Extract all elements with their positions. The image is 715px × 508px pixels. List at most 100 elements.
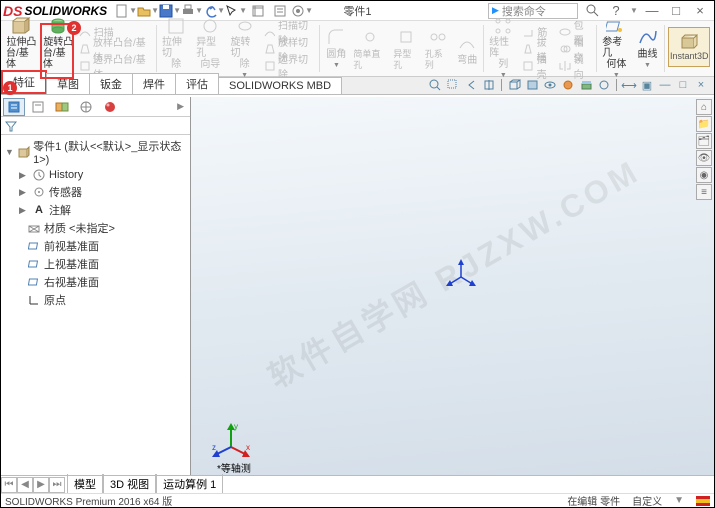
tree-history[interactable]: ▶History	[5, 167, 186, 183]
tab-scroll-last-icon[interactable]: ⏭	[49, 477, 65, 493]
simple-hole-button: 简单直孔	[350, 21, 390, 76]
plane-icon	[27, 257, 41, 271]
taskpane-property-icon[interactable]: ≡	[696, 184, 712, 200]
view-triad-icon: y x z	[209, 419, 253, 463]
zoom-fit-icon[interactable]	[426, 78, 444, 92]
viewport-link-icon[interactable]: ⟷	[620, 78, 638, 92]
search-icon[interactable]	[582, 3, 602, 19]
viewport-maximize-icon[interactable]: □	[674, 78, 692, 92]
taskpane-view-icon[interactable]: 👁	[696, 150, 712, 166]
viewport-minimize-icon[interactable]: —	[656, 78, 674, 92]
tab-scroll-first-icon[interactable]: ⏮	[1, 477, 17, 493]
tree-material[interactable]: 材质 <未指定>	[5, 219, 186, 237]
center-triad-icon	[441, 257, 481, 297]
tree-annotations[interactable]: ▶A注解	[5, 201, 186, 219]
taskpane-explorer-icon[interactable]: 🗂	[696, 133, 712, 149]
shell-button: 抽壳	[522, 58, 555, 74]
instant3d-button[interactable]: Instant3D	[668, 27, 710, 67]
display-manager-tab[interactable]	[99, 98, 121, 116]
part-icon	[17, 145, 30, 159]
linear-pattern-button: 线性阵列▼	[486, 21, 520, 76]
command-manager-tabs: 特征 草图 钣金 焊件 评估 SOLIDWORKS MBD ⟷ ▣ — □ ×	[1, 77, 714, 95]
tree-front-plane[interactable]: 前视基准面	[5, 237, 186, 255]
configuration-manager-tab[interactable]	[51, 98, 73, 116]
filter-icon	[5, 120, 17, 132]
fillet-button: 圆角▼	[322, 21, 350, 76]
taskpane-appearance-icon[interactable]: ◉	[696, 167, 712, 183]
marker-2: 2	[67, 21, 81, 35]
display-style-icon[interactable]	[523, 78, 541, 92]
ribbon-toolbar: 拉伸凸台/基体▼ 旋转凸台/基体▼ 扫描 放样凸台/基体 边界凸台/基体 拉伸切…	[1, 21, 714, 77]
taskpane-home-icon[interactable]: ⌂	[696, 99, 712, 115]
viewport-collapse-icon[interactable]: ▣	[638, 78, 656, 92]
extrude-cut-button: 拉伸切除▼	[159, 21, 193, 76]
plane-icon	[27, 239, 41, 253]
taskpane-library-icon[interactable]: 📁	[696, 116, 712, 132]
section-view-icon[interactable]	[480, 78, 498, 92]
tab-scroll-next-icon[interactable]: ▶	[33, 477, 49, 493]
manager-tabs: ▶	[1, 97, 190, 117]
edit-appearance-icon[interactable]	[559, 78, 577, 92]
feature-manager-tab[interactable]	[3, 98, 25, 116]
orientation-label: *等轴测	[217, 460, 251, 475]
apply-scene-icon[interactable]	[577, 78, 595, 92]
viewport-close-icon[interactable]: ×	[692, 78, 710, 92]
tab-weldments[interactable]: 焊件	[132, 73, 176, 94]
zoom-area-icon[interactable]	[444, 78, 462, 92]
tab-mbd[interactable]: SOLIDWORKS MBD	[218, 77, 342, 94]
tab-motion-study[interactable]: 运动算例 1	[156, 474, 223, 495]
prev-view-icon[interactable]	[462, 78, 480, 92]
boundary-button: 边界凸台/基体	[79, 58, 152, 74]
tree-origin[interactable]: 原点	[5, 291, 186, 309]
feature-manager-panel: ▶ ▼零件1 (默认<<默认>_显示状态 1>) ▶History ▶传感器 ▶…	[1, 97, 191, 475]
panel-collapse-icon[interactable]: ▶	[173, 101, 188, 112]
minimize-button[interactable]: —	[642, 3, 662, 19]
hole-wizard-button: 异型孔向导▼	[193, 21, 227, 76]
open-file-button[interactable]: ▼	[137, 2, 159, 20]
title-right-controls: ▶ 搜索命令 ? ▼ — □ ×	[488, 3, 710, 19]
status-editing: 在编辑 零件	[567, 493, 620, 508]
document-title: 零件1	[343, 3, 371, 19]
maximize-button[interactable]: □	[666, 3, 686, 19]
view-heads-up-toolbar: ⟷ ▣ — □ ×	[426, 76, 714, 94]
options-button[interactable]	[269, 2, 291, 20]
status-flag-icon[interactable]	[696, 496, 710, 506]
tab-sketch[interactable]: 草图	[46, 73, 90, 94]
sensor-icon	[32, 185, 46, 199]
graphics-area[interactable]: 软件自学网 RJZXW.COM y x z *等轴测 ⌂ 📁 🗂 👁 ◉ ≡	[191, 97, 714, 475]
shaped-hole-button: 异型孔	[390, 21, 421, 76]
new-file-button[interactable]: ▼	[115, 2, 137, 20]
settings-button[interactable]: ▼	[291, 2, 313, 20]
dimxpert-manager-tab[interactable]	[75, 98, 97, 116]
tab-model[interactable]: 模型	[67, 474, 103, 495]
tree-sensors[interactable]: ▶传感器	[5, 183, 186, 201]
motion-tabs: ⏮ ◀ ▶ ⏭ 模型 3D 视图 运动算例 1	[1, 475, 714, 493]
status-version: SOLIDWORKS Premium 2016 x64 版	[5, 493, 172, 508]
view-orientation-icon[interactable]	[505, 78, 523, 92]
history-icon	[32, 168, 46, 182]
tab-sheetmetal[interactable]: 钣金	[89, 73, 133, 94]
tab-scroll-prev-icon[interactable]: ◀	[17, 477, 33, 493]
boundary-cut-button: 边界切除	[264, 58, 316, 74]
tab-evaluate[interactable]: 评估	[175, 73, 219, 94]
marker-1: 1	[3, 81, 17, 95]
origin-icon	[27, 293, 41, 307]
filter-row[interactable]	[1, 117, 190, 135]
tab-3dview[interactable]: 3D 视图	[103, 474, 156, 495]
status-custom[interactable]: 自定义	[632, 493, 662, 508]
annotation-icon: A	[32, 203, 46, 217]
hide-show-icon[interactable]	[541, 78, 559, 92]
mirror-button: 镜向	[559, 58, 592, 74]
tree-top-plane[interactable]: 上视基准面	[5, 255, 186, 273]
tree-root-part[interactable]: ▼零件1 (默认<<默认>_显示状态 1>)	[5, 137, 186, 167]
task-pane-tabs: ⌂ 📁 🗂 👁 ◉ ≡	[696, 97, 714, 200]
feature-tree: ▼零件1 (默认<<默认>_显示状态 1>) ▶History ▶传感器 ▶A注…	[1, 135, 190, 475]
hole-series-button: 孔系列	[422, 21, 453, 76]
tree-right-plane[interactable]: 右视基准面	[5, 273, 186, 291]
reference-geometry-button[interactable]: 参考几何体▼	[599, 21, 633, 76]
curves-button[interactable]: 曲线▼	[634, 21, 662, 76]
close-button[interactable]: ×	[690, 3, 710, 19]
view-settings-icon[interactable]	[595, 78, 613, 92]
property-manager-tab[interactable]	[27, 98, 49, 116]
extrude-boss-button[interactable]: 拉伸凸台/基体▼	[3, 21, 40, 76]
